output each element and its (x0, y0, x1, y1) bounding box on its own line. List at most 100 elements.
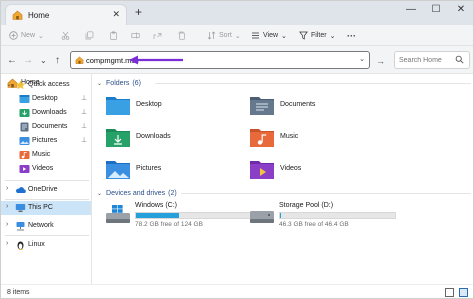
status-bar: 8 items (1, 284, 473, 298)
drive-free-space: 46.3 GB free of 46.4 GB (279, 221, 349, 228)
videos-folder-icon (19, 165, 30, 173)
tab-home[interactable]: Home ✕ (5, 4, 127, 25)
search-input[interactable] (399, 55, 454, 66)
chevron-right-icon[interactable]: › (6, 185, 8, 192)
go-button[interactable]: → (376, 56, 385, 66)
folder-label: Documents (280, 101, 316, 108)
new-button[interactable]: New ⌄ (9, 29, 44, 42)
tab-close-icon[interactable]: ✕ (112, 9, 120, 20)
new-label: New (21, 32, 36, 39)
chevron-down-icon: ⌄ (281, 32, 287, 40)
tiles-view-button[interactable] (459, 288, 468, 297)
sort-label: Sort (219, 32, 232, 39)
sidebar-divider (5, 235, 89, 236)
recent-locations-button[interactable]: ⌄ (40, 56, 47, 65)
sidebar-item-label: This PC (28, 204, 53, 211)
folder-item-pictures[interactable]: Pictures (105, 157, 245, 187)
sidebar-item-linux[interactable]: › Linux (1, 238, 91, 252)
paste-button[interactable] (109, 29, 118, 42)
drive-usage-fill (136, 213, 179, 218)
details-view-button[interactable] (445, 288, 454, 297)
drive-usage-fill (280, 213, 282, 218)
sidebar-item-label: OneDrive (28, 186, 58, 193)
up-button[interactable]: ↑ (55, 55, 60, 66)
chevron-down-icon: ⌄ (329, 32, 336, 40)
folder-item-desktop[interactable]: Desktop (105, 93, 245, 123)
filter-icon (299, 31, 308, 40)
section-divider (155, 83, 471, 84)
drive-usage-bar (135, 212, 252, 219)
back-button[interactable]: ← (7, 55, 17, 66)
drive-item-c[interactable]: Windows (C:) 78.2 GB free of 124 GB (105, 202, 255, 230)
desktop-folder-icon (19, 95, 30, 103)
drive-label: Storage Pool (D:) (279, 202, 334, 209)
pin-icon: ⊥ (81, 137, 88, 144)
sidebar-item-videos[interactable]: Videos (1, 162, 91, 176)
sidebar-item-onedrive[interactable]: › OneDrive (1, 183, 91, 197)
star-icon (15, 80, 26, 90)
scissors-icon (61, 31, 70, 40)
rename-button[interactable] (131, 29, 140, 42)
sidebar-item-label: Desktop (32, 95, 58, 102)
sidebar-item-desktop[interactable]: Desktop ⊥ (1, 92, 91, 106)
drive-item-d[interactable]: Storage Pool (D:) 46.3 GB free of 46.4 G… (249, 202, 399, 230)
filter-button[interactable]: Filter ⌄ (299, 29, 335, 42)
chevron-down-icon: ⌄ (97, 80, 103, 87)
pin-icon: ⊥ (81, 123, 88, 130)
search-box[interactable] (394, 51, 470, 69)
address-dropdown-icon[interactable]: ⌄ (359, 55, 365, 63)
item-count: 8 items (7, 289, 30, 296)
folder-item-videos[interactable]: Videos (249, 157, 389, 187)
sidebar-item-this-pc[interactable]: › This PC (1, 201, 91, 215)
sidebar-item-label: Music (32, 151, 51, 158)
chevron-right-icon[interactable]: › (6, 221, 8, 228)
filter-label: Filter (311, 32, 327, 39)
folder-label: Downloads (136, 133, 171, 140)
music-folder-icon (19, 151, 30, 159)
view-label: View (263, 32, 279, 39)
file-explorer-window: Home ✕ + — ☐ ✕ New ⌄ Sort ⌄ View ⌄ Filte… (0, 0, 474, 299)
folder-item-downloads[interactable]: Downloads (105, 125, 245, 155)
new-tab-button[interactable]: + (135, 5, 142, 19)
drives-section-header[interactable]: ⌄ Devices and drives (2) (97, 187, 471, 199)
chevron-down-icon[interactable]: ⌄ (6, 80, 12, 88)
view-button[interactable]: View ⌄ (251, 29, 287, 42)
address-bar[interactable]: compmgmt.msc ⌄ (70, 51, 370, 69)
sidebar-item-label: Downloads (32, 109, 67, 116)
forward-button[interactable]: → (23, 55, 33, 66)
sidebar-item-label: Pictures (32, 137, 58, 144)
chevron-down-icon: ⌄ (97, 190, 103, 197)
folder-label: Music (280, 133, 299, 140)
drive-usage-bar (279, 212, 396, 219)
folders-section-header[interactable]: ⌄ Folders (6) (97, 77, 471, 89)
close-window-button[interactable]: ✕ (451, 4, 471, 15)
sidebar-item-label: Quick access (28, 81, 70, 88)
pin-icon: ⊥ (81, 95, 88, 102)
sort-button[interactable]: Sort ⌄ (207, 29, 241, 42)
videos-folder-icon (250, 161, 274, 179)
sidebar-item-pictures[interactable]: Pictures ⊥ (1, 134, 91, 148)
sidebar-divider (5, 199, 89, 200)
cut-button[interactable] (61, 29, 70, 42)
sidebar-item-quick-access[interactable]: ⌄ Quick access (1, 78, 91, 92)
chevron-right-icon[interactable]: › (6, 240, 8, 247)
sidebar-item-network[interactable]: › Network (1, 219, 91, 233)
penguin-icon (17, 241, 24, 250)
delete-button[interactable] (177, 29, 186, 42)
sidebar-divider (5, 180, 89, 181)
sidebar-item-downloads[interactable]: Downloads ⊥ (1, 106, 91, 120)
copy-button[interactable] (85, 29, 94, 42)
chevron-right-icon[interactable]: › (6, 203, 8, 210)
sidebar-item-documents[interactable]: Documents ⊥ (1, 120, 91, 134)
home-icon (75, 56, 84, 64)
minimize-button[interactable]: — (401, 4, 421, 15)
more-options-button[interactable]: ··· (347, 29, 356, 42)
address-input-text[interactable]: compmgmt.msc (86, 56, 139, 65)
tab-title: Home (28, 11, 50, 20)
trash-icon (178, 31, 186, 40)
maximize-button[interactable]: ☐ (426, 4, 446, 15)
sidebar-item-music[interactable]: Music (1, 148, 91, 162)
share-button[interactable] (153, 29, 162, 42)
folder-item-music[interactable]: Music (249, 125, 389, 155)
folder-item-documents[interactable]: Documents (249, 93, 389, 123)
